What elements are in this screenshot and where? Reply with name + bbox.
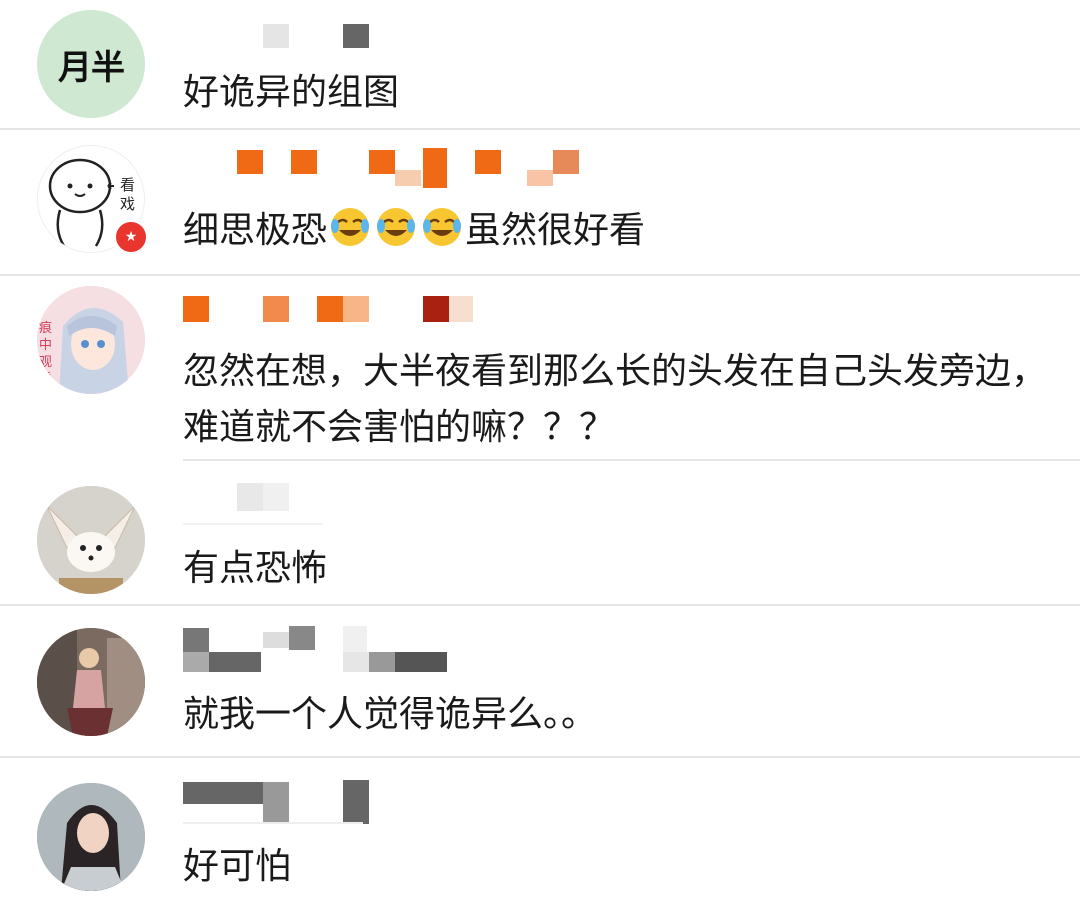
portrait-photo-avatar-icon [37,783,145,891]
avatar[interactable] [37,628,145,736]
fox-avatar-icon [37,486,145,594]
avatar-text: 月半 [58,47,125,88]
username-blurred[interactable] [183,622,603,682]
comment-item[interactable]: 好可怕 [0,758,1080,907]
avatar-side-text: 看戏 [120,176,136,213]
comment-text: 细思极恐 虽然很好看 [183,206,645,254]
street-photo-avatar-icon [37,628,145,736]
avatar[interactable]: 月半 [37,10,145,118]
comment-item[interactable]: 看戏 ★ 细思极恐 虽然很好看 [0,130,1080,275]
comment-text: 忽然在想，大半夜看到那么长的头发在自己头发旁边，难道就不会害怕的嘛？？？ [183,351,1048,448]
avatar[interactable] [37,486,145,594]
username-blurred[interactable] [183,776,603,836]
comment-text: 好可怕 [183,846,292,887]
laugh-cry-emoji-icon [421,206,463,248]
comment-item[interactable]: 有点恐怖 [0,461,1080,606]
username-blurred[interactable] [183,290,603,350]
comment-item[interactable]: 月半 好诡异的组图 [0,0,1080,130]
avatar[interactable] [37,783,145,891]
laugh-cry-emoji-icon [329,206,371,248]
verified-badge-icon: ★ [114,220,148,254]
comment-text: 就我一个人觉得诡异么。。 [183,694,598,735]
comment-text-before: 细思极恐 [183,210,328,251]
username-blurred[interactable] [183,479,603,539]
comment-text: 有点恐怖 [183,548,328,589]
comment-item[interactable]: 痕中观看 忽然在想，大半夜看到那么长的头发在自己头发旁边，难道就不会害怕的嘛？？… [0,276,1080,461]
avatar[interactable]: 痕中观看 [37,286,145,394]
comment-item[interactable]: 就我一个人觉得诡异么。。 [0,606,1080,756]
laugh-cry-emoji-icon [375,206,417,248]
comment-text-after: 虽然很好看 [465,210,646,251]
username-blurred[interactable] [183,144,603,204]
comment-text: 好诡异的组图 [183,72,400,113]
avatar-side-text: 痕中观看 [39,321,53,387]
